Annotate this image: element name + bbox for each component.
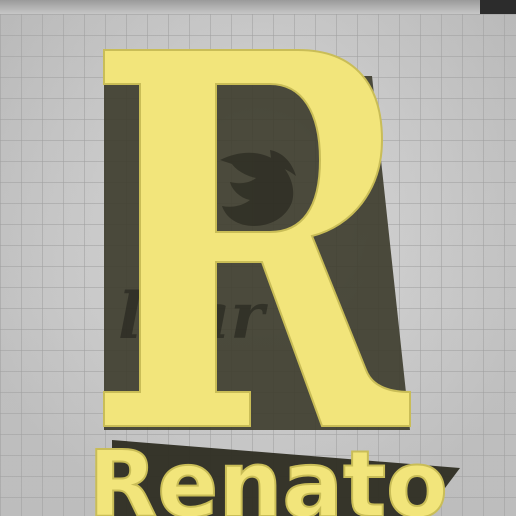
- design-canvas[interactable]: lnar Renato: [0, 0, 516, 516]
- editor-screen: lnar Renato: [0, 0, 516, 516]
- name-text: Renato: [88, 431, 448, 516]
- name-wordmark[interactable]: Renato: [87, 430, 449, 516]
